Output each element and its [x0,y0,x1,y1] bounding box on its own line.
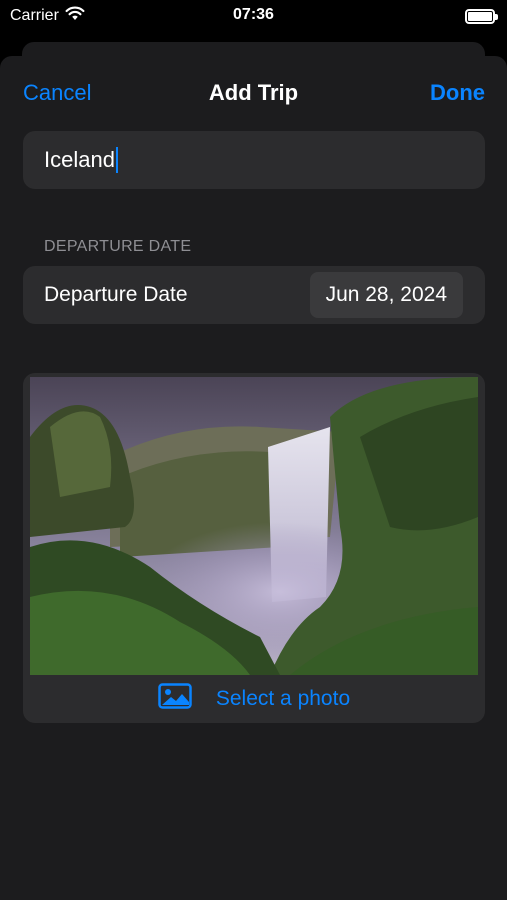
photo-section: Select a photo [23,373,485,723]
select-photo-button[interactable]: Select a photo [23,675,485,723]
carrier-label: Carrier [10,7,59,24]
photo-icon [158,683,192,715]
text-cursor [115,147,118,173]
trip-photo [30,377,478,675]
status-left: Carrier [10,6,85,26]
battery-fill [468,11,492,21]
departure-date-picker[interactable]: Jun 28, 2024 [309,272,463,318]
trip-name-field[interactable]: Iceland [23,131,485,189]
departure-date-row: Departure Date Jun 28, 2024 [23,266,485,324]
cancel-button[interactable]: Cancel [23,80,91,106]
departure-date-label: Departure Date [44,283,188,306]
add-trip-sheet: Cancel Add Trip Done Iceland DEPARTURE D… [0,56,507,900]
select-photo-label: Select a photo [215,687,351,710]
status-bar: Carrier 07:36 [0,0,507,32]
done-button[interactable]: Done [430,80,485,106]
battery-icon [465,8,498,24]
departure-section-header: DEPARTURE DATE [44,238,192,255]
wifi-icon [65,6,85,26]
navigation-bar: Cancel Add Trip Done [0,56,507,128]
trip-name-value: Iceland [44,147,115,172]
